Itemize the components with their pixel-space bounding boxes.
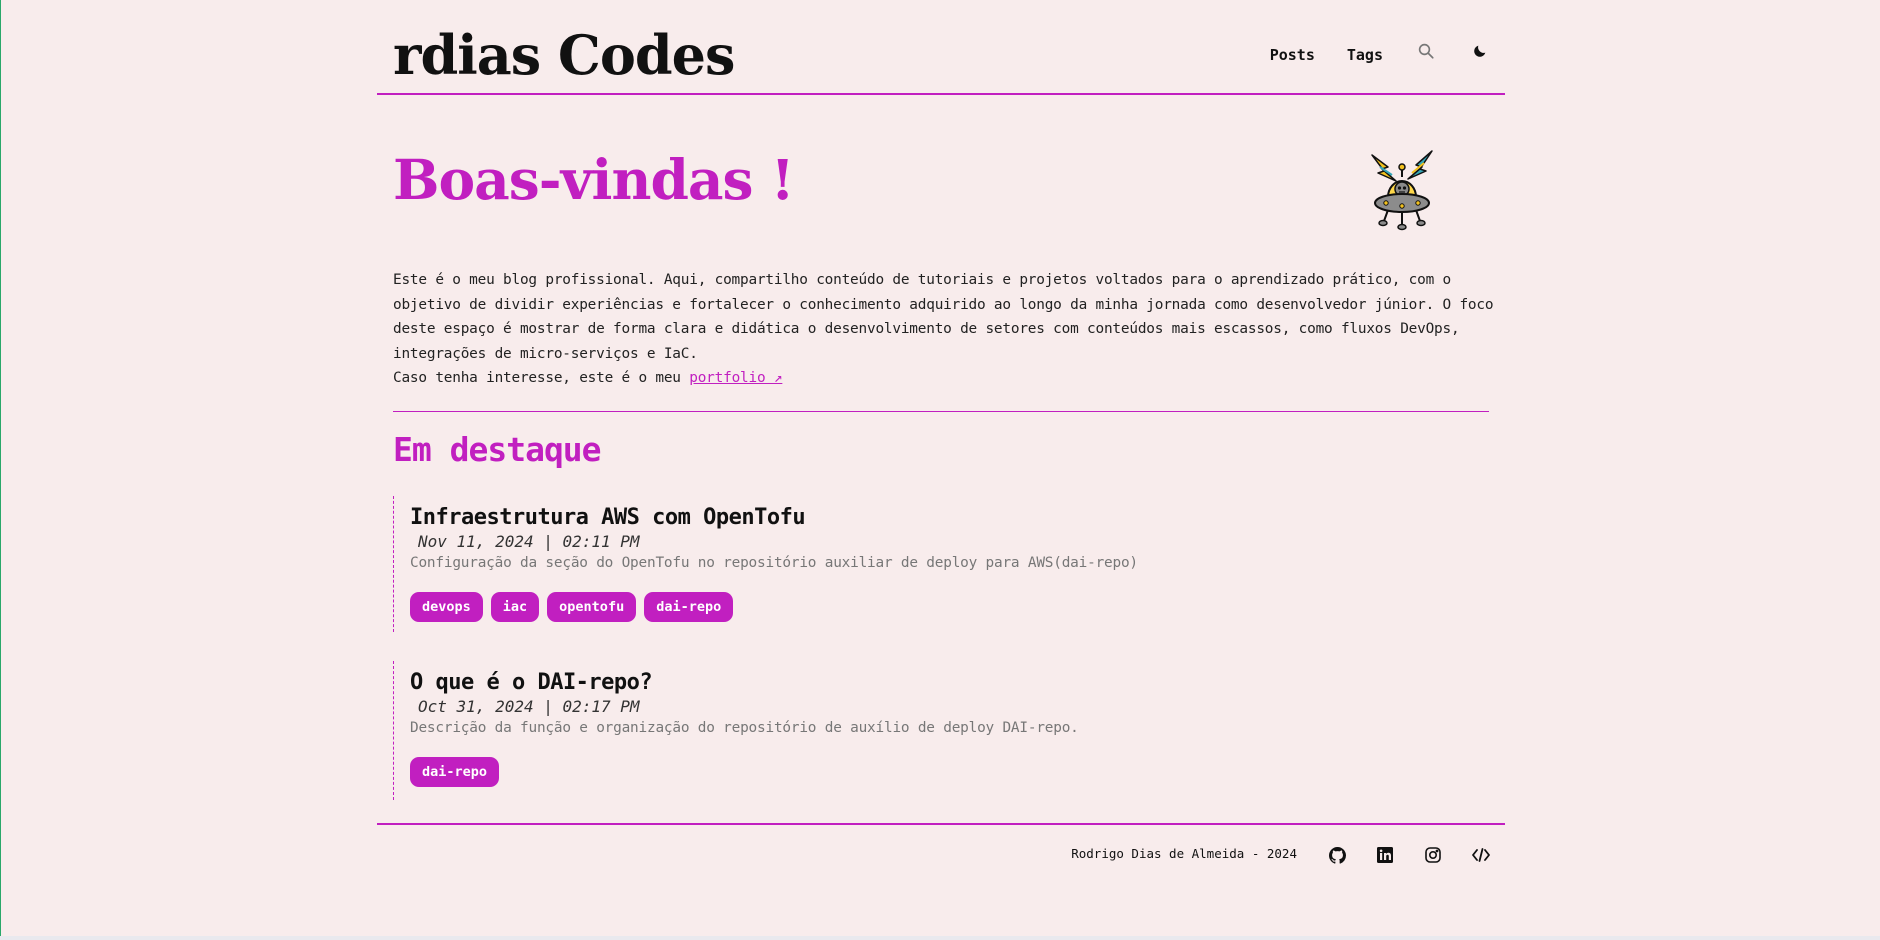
portfolio-prefix: Caso tenha interesse, este é o meu bbox=[393, 370, 690, 387]
social-links bbox=[1299, 845, 1491, 865]
search-icon bbox=[1418, 43, 1434, 59]
site-title-link[interactable]: rdias Codes bbox=[393, 28, 735, 82]
intro-text: Este é o meu blog profissional. Aqui, co… bbox=[393, 272, 1494, 362]
featured-post-card: Infraestrutura AWS com OpenTofu Nov 11, … bbox=[393, 496, 1489, 632]
code-icon bbox=[1472, 848, 1490, 862]
nav-posts-link[interactable]: Posts bbox=[1270, 46, 1315, 64]
source-code-link[interactable] bbox=[1471, 845, 1491, 865]
site-footer: Rodrigo Dias de Almeida - 2024 bbox=[377, 823, 1505, 885]
post-title-link[interactable]: Infraestrutura AWS com OpenTofu bbox=[410, 504, 1489, 532]
featured-section-title: Em destaque bbox=[393, 430, 602, 469]
tag-dai-repo[interactable]: dai-repo bbox=[644, 592, 734, 622]
instagram-icon bbox=[1425, 847, 1441, 863]
post-title-link[interactable]: O que é o DAI-repo? bbox=[410, 669, 1489, 697]
post-date: Nov 11, 2024 | 02:11 PM bbox=[418, 532, 640, 551]
post-tags: devops iac opentofu dai-repo bbox=[410, 592, 1489, 622]
tag-iac[interactable]: iac bbox=[490, 592, 540, 622]
section-divider bbox=[393, 411, 1489, 412]
main-nav: Posts Tags bbox=[1238, 43, 1491, 66]
github-link[interactable] bbox=[1327, 845, 1347, 865]
featured-post-card: O que é o DAI-repo? Oct 31, 2024 | 02:17… bbox=[393, 661, 1489, 800]
hero-title: Boas-vindas ! bbox=[393, 147, 795, 212]
page-container: rdias Codes Posts Tags Boas-vindas ! Est… bbox=[377, 0, 1505, 940]
post-tags: dai-repo bbox=[410, 757, 1489, 787]
search-button[interactable] bbox=[1415, 40, 1437, 62]
nav-tags-link[interactable]: Tags bbox=[1347, 46, 1383, 64]
window-bottom-bar bbox=[0, 936, 1880, 940]
moon-icon bbox=[1474, 45, 1486, 57]
portfolio-link[interactable]: portfolio ↗ bbox=[689, 370, 782, 386]
window-edge bbox=[0, 0, 1, 940]
copyright-text: Rodrigo Dias de Almeida - 2024 bbox=[1071, 846, 1297, 861]
intro-paragraph: Este é o meu blog profissional. Aqui, co… bbox=[393, 268, 1498, 391]
linkedin-link[interactable] bbox=[1375, 845, 1395, 865]
site-header: rdias Codes Posts Tags bbox=[377, 0, 1505, 95]
post-date: Oct 31, 2024 | 02:17 PM bbox=[418, 697, 640, 716]
post-description: Descrição da função e organização do rep… bbox=[410, 720, 1079, 736]
github-icon bbox=[1328, 846, 1346, 864]
tag-devops[interactable]: devops bbox=[410, 592, 483, 622]
instagram-link[interactable] bbox=[1423, 845, 1443, 865]
post-description: Configuração da seção do OpenTofu no rep… bbox=[410, 555, 1138, 571]
tag-dai-repo[interactable]: dai-repo bbox=[410, 757, 500, 787]
tag-opentofu[interactable]: opentofu bbox=[547, 592, 637, 622]
theme-toggle-button[interactable] bbox=[1469, 40, 1491, 62]
linkedin-icon bbox=[1377, 847, 1393, 863]
ufo-robot-mascot bbox=[1371, 150, 1433, 231]
